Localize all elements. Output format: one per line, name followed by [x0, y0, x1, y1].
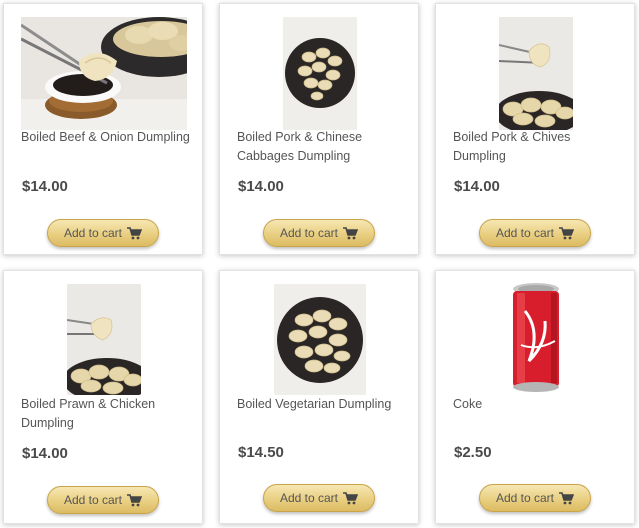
add-to-cart-label: Add to cart	[279, 491, 339, 505]
product-image[interactable]	[274, 284, 366, 395]
dumpling-chopsticks-photo	[499, 17, 573, 130]
product-name[interactable]: Boiled Pork & Chives Dumpling	[453, 128, 623, 166]
product-card: Boiled Vegetarian Dumpling $14.50 Add to…	[219, 270, 419, 524]
product-price: $14.00	[22, 445, 68, 462]
product-card: Boiled Pork & Chinese Cabbages Dumpling …	[219, 3, 419, 255]
product-name[interactable]: Boiled Vegetarian Dumpling	[237, 395, 412, 414]
add-to-cart-label: Add to cart	[495, 491, 555, 505]
product-price: $2.50	[454, 444, 492, 461]
product-name[interactable]: Boiled Pork & Chinese Cabbages Dumpling	[237, 128, 407, 166]
dumpling-plate-photo	[283, 17, 357, 130]
product-name[interactable]: Boiled Prawn & Chicken Dumpling	[21, 395, 191, 433]
coke-can-photo	[507, 281, 565, 396]
add-to-cart-button[interactable]: Add to cart	[47, 219, 159, 247]
product-card: Boiled Beef & Onion Dumpling $14.00 Add …	[3, 3, 203, 255]
add-to-cart-button[interactable]: Add to cart	[479, 484, 591, 512]
product-price: $14.00	[22, 178, 68, 195]
product-card: Coke $2.50 Add to cart	[435, 270, 635, 524]
add-to-cart-button[interactable]: Add to cart	[479, 219, 591, 247]
dumpling-chopsticks-photo	[67, 284, 141, 395]
product-image[interactable]	[283, 17, 357, 130]
product-price: $14.00	[454, 178, 500, 195]
add-to-cart-label: Add to cart	[63, 493, 123, 507]
product-card: Boiled Pork & Chives Dumpling $14.00 Add…	[435, 3, 635, 255]
shopping-cart-icon	[343, 491, 359, 505]
add-to-cart-label: Add to cart	[495, 226, 555, 240]
product-image[interactable]	[499, 17, 573, 130]
add-to-cart-button[interactable]: Add to cart	[263, 219, 375, 247]
dumpling-plate-photo	[274, 284, 366, 395]
product-image[interactable]	[21, 17, 187, 130]
shopping-cart-icon	[559, 491, 575, 505]
add-to-cart-button[interactable]: Add to cart	[47, 486, 159, 514]
shopping-cart-icon	[127, 493, 143, 507]
add-to-cart-label: Add to cart	[63, 226, 123, 240]
product-card: Boiled Prawn & Chicken Dumpling $14.00 A…	[3, 270, 203, 524]
product-image[interactable]	[67, 284, 141, 395]
product-name[interactable]: Boiled Beef & Onion Dumpling	[21, 128, 191, 147]
product-price: $14.50	[238, 444, 284, 461]
product-image[interactable]	[507, 281, 565, 396]
product-name[interactable]: Coke	[453, 395, 623, 414]
shopping-cart-icon	[343, 226, 359, 240]
shopping-cart-icon	[559, 226, 575, 240]
dumpling-dipping-sauce-photo	[21, 17, 187, 130]
add-to-cart-button[interactable]: Add to cart	[263, 484, 375, 512]
product-price: $14.00	[238, 178, 284, 195]
shopping-cart-icon	[127, 226, 143, 240]
add-to-cart-label: Add to cart	[279, 226, 339, 240]
